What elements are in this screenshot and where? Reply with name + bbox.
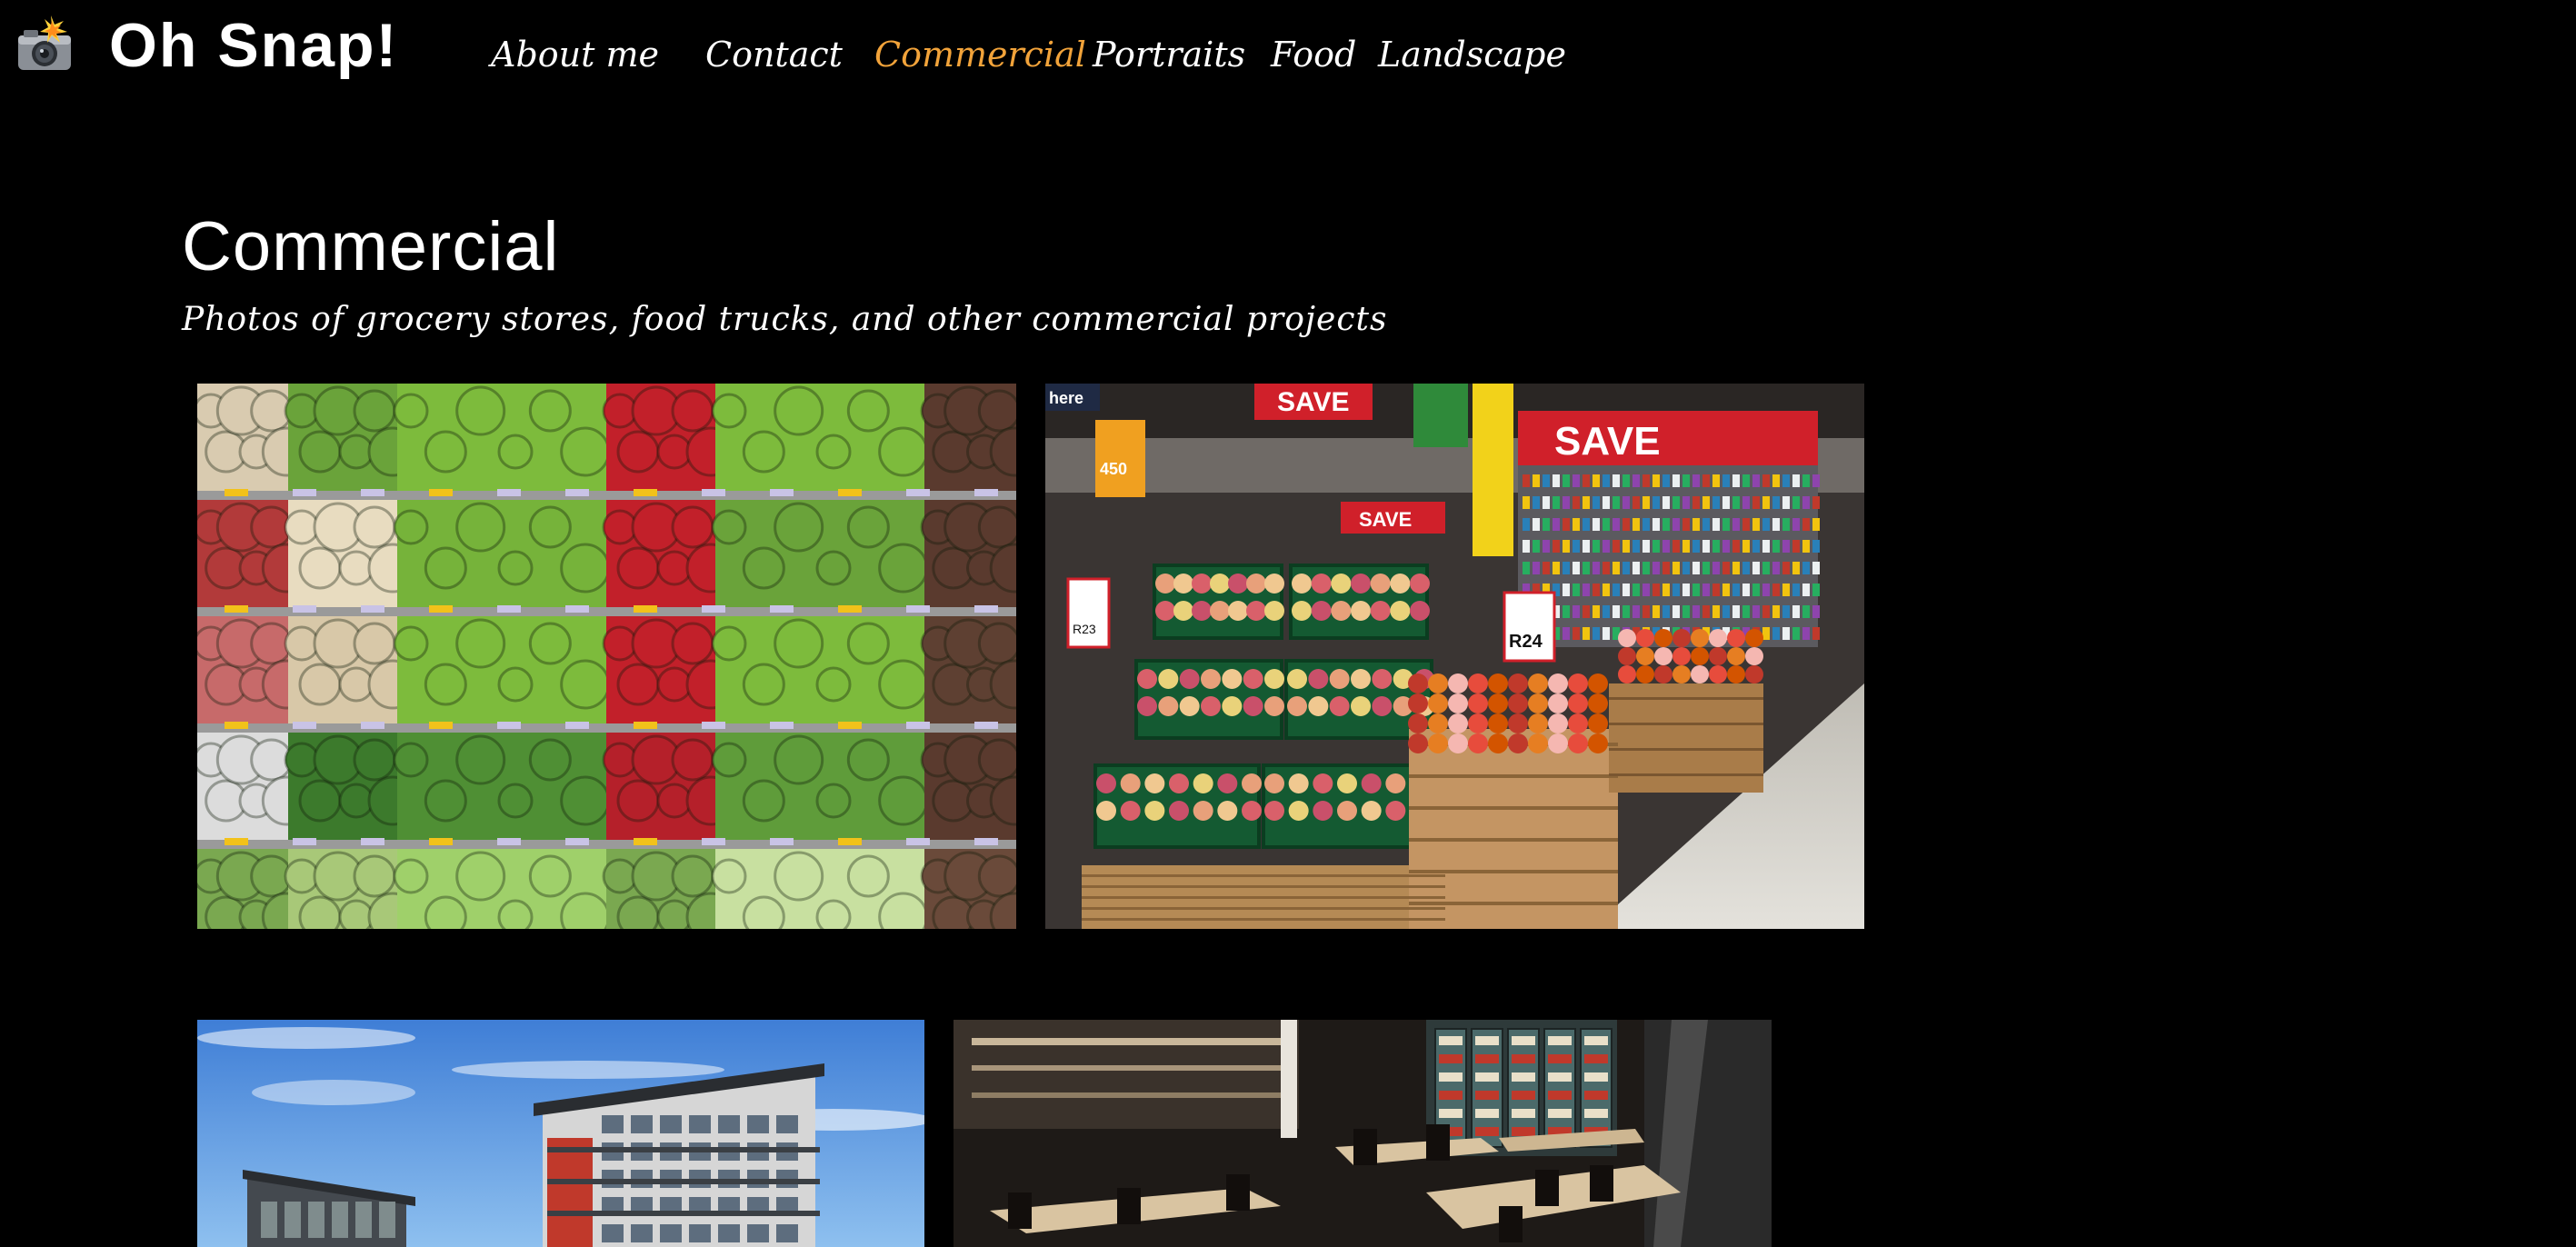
restaurant-interior-image [954, 1020, 1772, 1247]
photo-apartment[interactable] [197, 1020, 924, 1247]
camera-flash-icon [18, 15, 71, 70]
site-title: Oh Snap! [109, 11, 399, 80]
nav-commercial[interactable]: Commercial [874, 25, 1086, 84]
page-subtitle: Photos of grocery stores, food trucks, a… [182, 301, 1388, 338]
photo-supermarket[interactable]: SAVE SAVE here 450 SAVE R23 R24 [1045, 384, 1864, 929]
page-title: Commercial [182, 208, 560, 285]
price-tag-r23: R23 [1073, 622, 1096, 636]
nav-about-me[interactable]: About me [491, 25, 659, 84]
nav-food[interactable]: Food [1271, 25, 1356, 84]
nav-landscape[interactable]: Landscape [1378, 25, 1566, 84]
price-tag-r24: R24 [1509, 632, 1543, 652]
supermarket-image: SAVE SAVE here 450 SAVE R23 R24 [1045, 384, 1864, 929]
apartment-building-image [197, 1020, 924, 1247]
brand-logo[interactable]: Oh Snap! [15, 5, 398, 85]
here-sign-text: here [1049, 389, 1083, 407]
nav-contact[interactable]: Contact [705, 25, 843, 84]
price-sign-450: 450 [1100, 460, 1127, 478]
save-banner-text: SAVE [1554, 419, 1661, 464]
nav-portraits[interactable]: Portraits [1093, 25, 1245, 84]
photo-grocery-produce[interactable] [197, 384, 1016, 929]
save-top-text: SAVE [1277, 387, 1349, 417]
produce-shelves-image [197, 384, 1016, 929]
photo-restaurant[interactable] [954, 1020, 1772, 1247]
save-middle-text: SAVE [1359, 508, 1412, 531]
